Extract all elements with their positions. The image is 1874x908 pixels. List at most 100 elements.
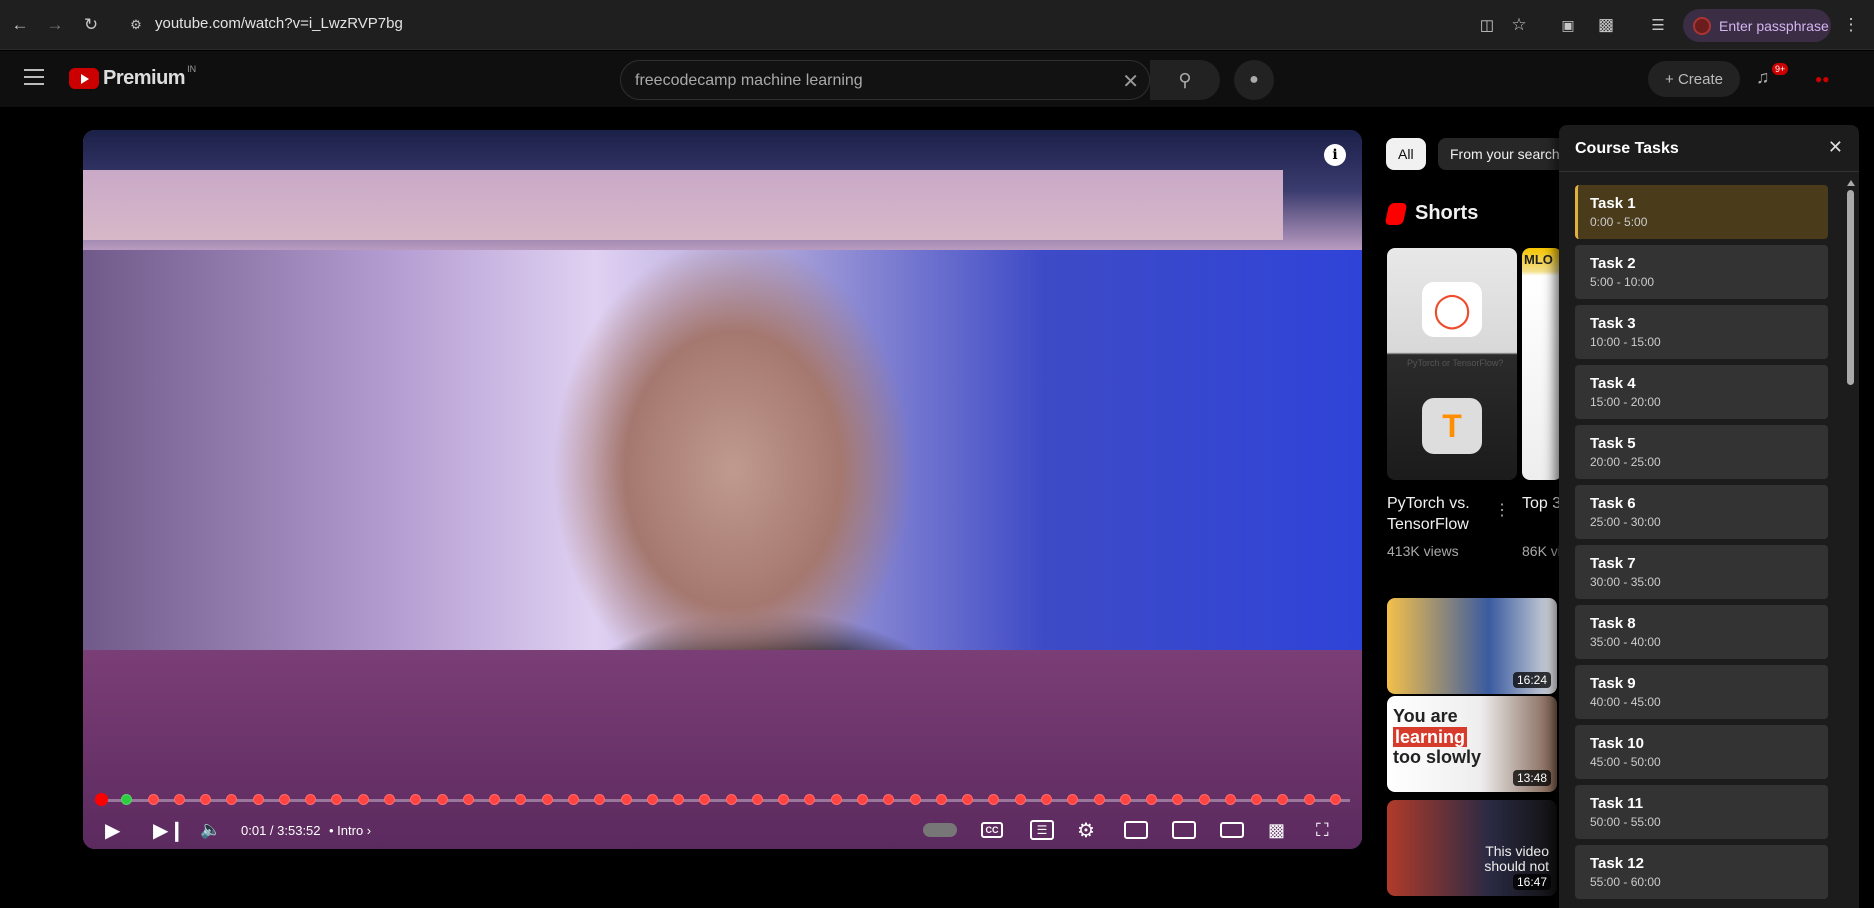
scrollbar-thumb[interactable]: [1847, 190, 1854, 385]
chapter-marker[interactable]: [357, 794, 369, 805]
theater-mode-icon[interactable]: [1220, 822, 1244, 838]
cast-icon[interactable]: ▩: [1268, 818, 1285, 842]
panel-scrollbar[interactable]: [1846, 180, 1855, 908]
playhead[interactable]: [95, 793, 108, 806]
search-button[interactable]: ⚲: [1150, 60, 1220, 100]
chip-all[interactable]: All: [1386, 138, 1426, 170]
picture-in-picture-icon[interactable]: [1172, 821, 1196, 839]
extension-icon[interactable]: ▣: [1557, 14, 1579, 36]
recommended-video-1[interactable]: 16:24: [1387, 598, 1557, 694]
task-item[interactable]: Task 4 15:00 - 20:00: [1575, 365, 1828, 419]
youtube-logo[interactable]: Premium IN: [69, 64, 196, 90]
install-app-icon[interactable]: ◫: [1476, 14, 1498, 36]
task-name: Task 11: [1590, 795, 1644, 812]
fullscreen-icon[interactable]: ⛶: [1316, 818, 1329, 842]
recommended-video-2[interactable]: You are learning too slowly 13:48: [1387, 696, 1557, 792]
video-shelf-beam: [83, 170, 1283, 240]
volume-icon[interactable]: 🔈: [200, 818, 221, 842]
search-input[interactable]: freecodecamp machine learning ✕: [620, 60, 1150, 100]
hamburger-menu-icon[interactable]: [24, 69, 44, 90]
task-name: Task 12: [1590, 855, 1644, 872]
recommended-video-3[interactable]: This video should not 16:47: [1387, 800, 1557, 896]
short2-badge: MLO: [1524, 252, 1553, 267]
task-item[interactable]: Task 2 5:00 - 10:00: [1575, 245, 1828, 299]
chapter-marker[interactable]: [1014, 794, 1026, 805]
short1-caption: PyTorch or TensorFlow?: [1407, 358, 1504, 368]
chapter-marker[interactable]: [620, 794, 632, 805]
video-player[interactable]: i ▶ ▶❙ 🔈 0:01 / 3:53:52 • Intro › CC ☰ ⚙…: [83, 130, 1362, 849]
task-item[interactable]: Task 5 20:00 - 25:00: [1575, 425, 1828, 479]
chapter-marker[interactable]: [384, 794, 396, 805]
chapter-marker[interactable]: [1303, 794, 1315, 805]
chapter-marker[interactable]: [1146, 794, 1158, 805]
miniplayer-icon[interactable]: [1124, 821, 1148, 839]
chapter-marker[interactable]: [725, 794, 737, 805]
chapter-marker[interactable]: [147, 794, 159, 805]
more-options-icon[interactable]: ⋮: [1494, 500, 1510, 520]
chapter-marker[interactable]: [673, 794, 685, 805]
clear-search-icon[interactable]: ✕: [1122, 69, 1139, 94]
chapters-icon[interactable]: ☰: [1030, 820, 1054, 840]
chapter-marker[interactable]: [909, 794, 921, 805]
create-button[interactable]: + Create: [1648, 61, 1740, 97]
site-info-icon[interactable]: ⚙: [125, 14, 147, 36]
passphrase-button[interactable]: Enter passphrase: [1683, 9, 1831, 42]
short2-title[interactable]: Top 3 Reso: [1522, 494, 1562, 515]
chapter-marker[interactable]: [1224, 794, 1236, 805]
chapter-marker[interactable]: [1330, 794, 1341, 805]
chapter-marker[interactable]: [1040, 794, 1052, 805]
profile-avatar: [1693, 16, 1711, 35]
chapter-marker[interactable]: [1093, 794, 1105, 805]
forward-icon[interactable]: →: [44, 14, 66, 36]
task-time-range: 20:00 - 25:00: [1590, 455, 1661, 469]
chapter-marker[interactable]: [436, 794, 448, 805]
short1-title[interactable]: PyTorch vs. TensorFlow: [1387, 494, 1497, 536]
media-controls-icon[interactable]: ☰: [1647, 14, 1669, 36]
chapter-marker[interactable]: [830, 794, 842, 805]
chapter-marker[interactable]: [1198, 794, 1210, 805]
next-button[interactable]: ▶❙: [153, 818, 185, 842]
captions-icon[interactable]: CC: [981, 822, 1003, 838]
chapter-marker[interactable]: [173, 794, 185, 805]
back-icon[interactable]: ←: [9, 14, 31, 36]
chip-from-your-search[interactable]: From your search: [1438, 138, 1572, 170]
task-item[interactable]: Task 7 30:00 - 35:00: [1575, 545, 1828, 599]
short-thumbnail-1[interactable]: ◯ PyTorch or TensorFlow? T: [1387, 248, 1517, 480]
autoplay-toggle[interactable]: [923, 823, 957, 837]
task-item[interactable]: Task 1 0:00 - 5:00: [1575, 185, 1828, 239]
chapter-marker[interactable]: [935, 794, 947, 805]
chapter-marker[interactable]: [1119, 794, 1131, 805]
reload-icon[interactable]: ↻: [80, 14, 102, 36]
settings-gear-icon[interactable]: ⚙: [1077, 818, 1095, 842]
notifications-bell-icon[interactable]: ♫: [1756, 67, 1770, 88]
chapter-marker[interactable]: [541, 794, 553, 805]
chapter-marker[interactable]: [462, 794, 474, 805]
bookmark-star-icon[interactable]: ☆: [1508, 14, 1530, 36]
task-item[interactable]: Task 10 45:00 - 50:00: [1575, 725, 1828, 779]
chapter-marker[interactable]: [857, 794, 869, 805]
short-thumbnail-2[interactable]: MLO: [1522, 248, 1562, 480]
account-avatar[interactable]: ●●: [1815, 65, 1847, 93]
task-item[interactable]: Task 9 40:00 - 45:00: [1575, 665, 1828, 719]
menu-dots-icon[interactable]: ⋮: [1840, 14, 1862, 36]
info-icon[interactable]: i: [1324, 144, 1346, 166]
chapter-title[interactable]: • Intro ›: [329, 823, 371, 838]
extensions-puzzle-icon[interactable]: ▩: [1595, 14, 1617, 36]
scroll-up-arrow-icon[interactable]: [1847, 180, 1855, 186]
address-bar[interactable]: youtube.com/watch?v=i_LwzRVP7bg: [155, 15, 403, 32]
chapter-marker[interactable]: [567, 794, 579, 805]
close-icon[interactable]: ✕: [1828, 137, 1843, 158]
chapter-marker[interactable]: [646, 794, 658, 805]
chapter-marker[interactable]: [278, 794, 290, 805]
progress-bar[interactable]: [95, 793, 1350, 806]
voice-search-button[interactable]: ●: [1234, 60, 1274, 100]
task-item[interactable]: Task 8 35:00 - 40:00: [1575, 605, 1828, 659]
short1-views: 413K views: [1387, 543, 1459, 559]
task-item[interactable]: Task 3 10:00 - 15:00: [1575, 305, 1828, 359]
task-item[interactable]: Task 12 55:00 - 60:00: [1575, 845, 1828, 899]
task-item[interactable]: Task 6 25:00 - 30:00: [1575, 485, 1828, 539]
chapter-marker[interactable]: [751, 794, 763, 805]
play-button[interactable]: ▶: [105, 818, 120, 842]
task-item[interactable]: Task 11 50:00 - 55:00: [1575, 785, 1828, 839]
chapter-marker[interactable]: [252, 794, 264, 805]
